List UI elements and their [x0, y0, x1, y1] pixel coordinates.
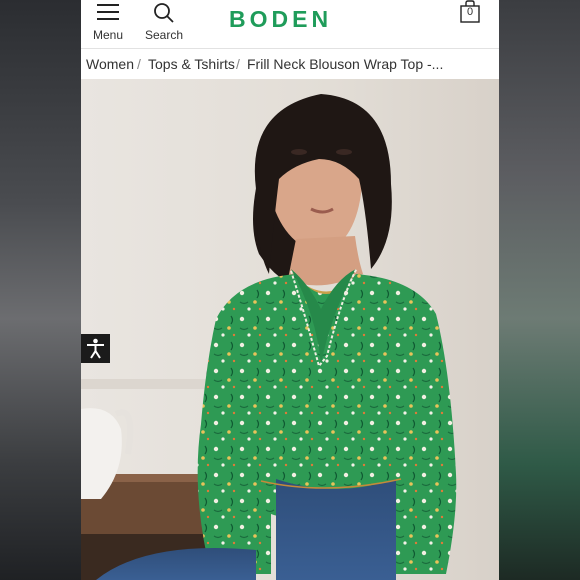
header: Menu Search BODEN 0: [81, 0, 499, 48]
shopping-bag-button[interactable]: 0: [459, 0, 485, 26]
menu-label: Menu: [93, 28, 124, 42]
search-label: Search: [145, 28, 184, 42]
product-photo: [81, 79, 499, 580]
breadcrumb-women[interactable]: Women: [86, 49, 134, 79]
breadcrumb-current: Frill Neck Blouson Wrap Top -...: [247, 56, 444, 72]
background-left: [0, 0, 81, 580]
breadcrumb-separator: /: [236, 56, 240, 72]
accessibility-button[interactable]: [81, 334, 110, 363]
phone-screen: Menu Search BODEN 0 Women / Tops & Tshir…: [81, 0, 499, 580]
product-image[interactable]: [81, 79, 499, 580]
boden-logo[interactable]: BODEN: [229, 6, 332, 33]
breadcrumb-separator: /: [137, 56, 141, 72]
background-right: [499, 0, 580, 580]
menu-button[interactable]: Menu: [91, 2, 127, 44]
hamburger-icon: [97, 4, 119, 22]
search-icon: [154, 3, 174, 23]
accessibility-icon: [87, 338, 104, 359]
breadcrumb-tops-tshirts[interactable]: Tops & Tshirts: [148, 49, 235, 79]
search-button[interactable]: Search: [143, 2, 187, 44]
bag-count: 0: [466, 6, 474, 18]
breadcrumb: Women / Tops & Tshirts / Frill Neck Blou…: [81, 48, 499, 80]
